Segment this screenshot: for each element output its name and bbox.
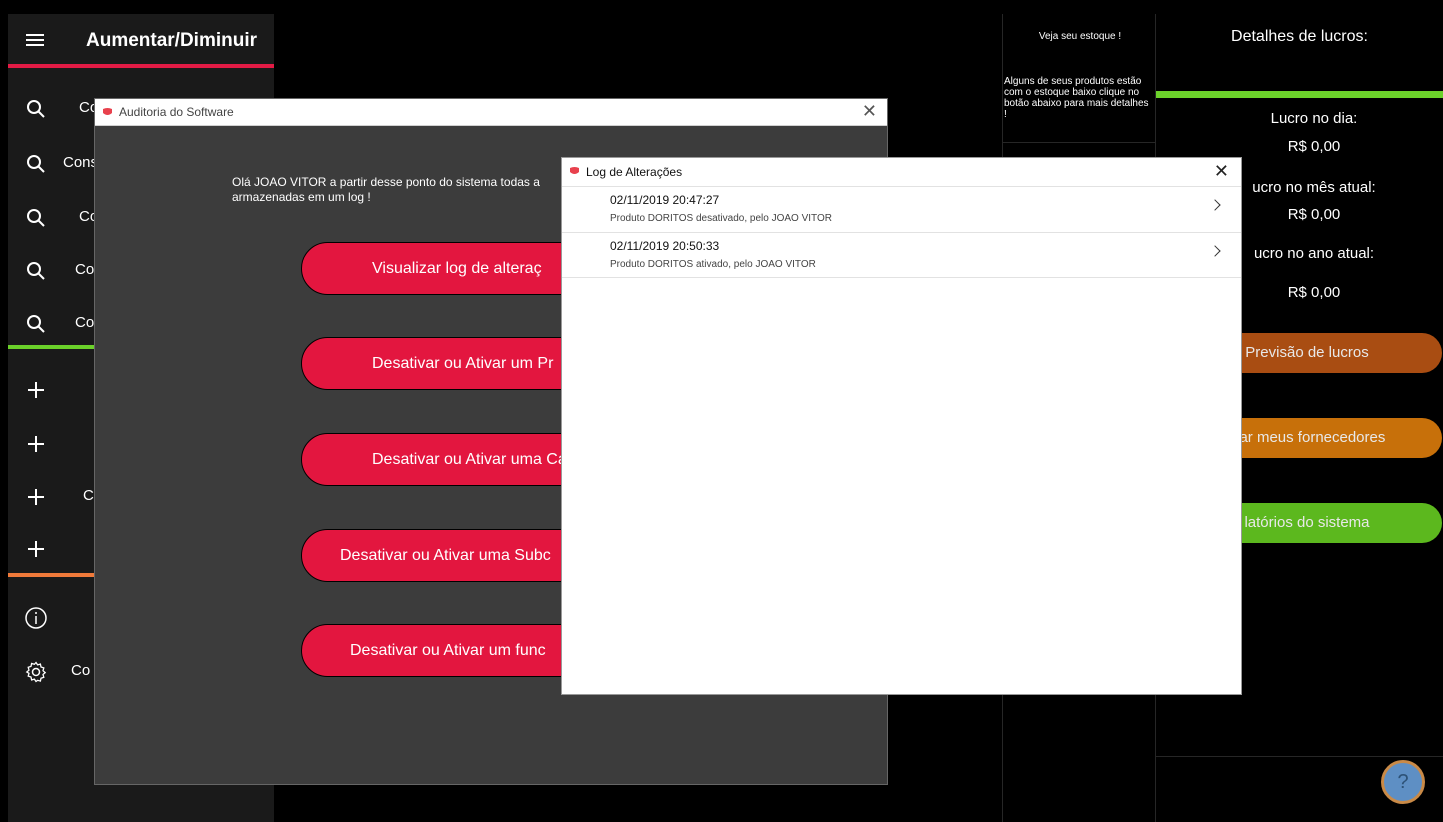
plus-icon [28, 489, 44, 505]
sidebar-item-label: Co [75, 314, 95, 331]
log-window-title: Log de Alterações [586, 165, 683, 179]
app-icon [103, 108, 112, 115]
toggle-product-button[interactable]: Desativar ou Ativar um Pr [301, 337, 601, 390]
plus-icon [28, 541, 44, 557]
sidebar-item-label: Cons [63, 154, 99, 171]
search-icon [27, 209, 45, 227]
sidebar-item-label: Co [75, 261, 95, 278]
help-icon: ? [1397, 771, 1409, 793]
audit-window-titlebar[interactable]: Auditoria do Software ✕ [95, 99, 887, 126]
profit-day-label: Lucro no dia: [1270, 110, 1358, 127]
plus-icon [28, 382, 44, 398]
sidebar-item-label: Co [71, 662, 91, 679]
sidebar-header: Aumentar/Diminuir [8, 14, 274, 68]
sidebar-item-label: C [83, 487, 94, 504]
log-entry-row[interactable]: 02/11/2019 20:50:33 Produto DORITOS ativ… [562, 232, 1241, 278]
stock-divider [1003, 142, 1157, 143]
chevron-right-icon [1209, 245, 1221, 257]
search-icon [27, 315, 45, 333]
profit-bottom-divider [1156, 756, 1443, 757]
toggle-subcategory-button[interactable]: Desativar ou Ativar uma Subc [301, 529, 601, 582]
close-icon[interactable]: ✕ [862, 101, 877, 122]
hamburger-menu-icon[interactable] [26, 34, 44, 46]
audit-intro-text: Olá JOAO VITOR a partir desse ponto do s… [232, 175, 540, 204]
search-icon [27, 100, 45, 118]
log-entry-date: 02/11/2019 20:50:33 [610, 239, 720, 253]
log-entry-row[interactable]: 02/11/2019 20:47:27 Produto DORITOS desa… [562, 186, 1241, 232]
profit-day-value: R$ 0,00 [1287, 138, 1341, 155]
search-icon [27, 262, 45, 280]
profit-title: Detalhes de lucros: [1231, 28, 1368, 45]
help-button[interactable]: ? [1381, 760, 1425, 804]
gear-icon [25, 661, 47, 683]
log-window: Log de Alterações ✕ 02/11/2019 20:47:27 … [561, 157, 1242, 695]
profit-divider [1156, 91, 1443, 98]
info-icon [25, 607, 47, 629]
sidebar-title: Aumentar/Diminuir [86, 30, 258, 51]
stock-title: Veja seu estoque ! [1038, 31, 1122, 42]
log-entry-description: Produto DORITOS desativado, pelo JOAO VI… [610, 213, 832, 224]
toggle-employee-button[interactable]: Desativar ou Ativar um func [301, 624, 601, 677]
stock-warning-text: Alguns de seus produtos estão com o esto… [1004, 76, 1149, 120]
chevron-right-icon [1209, 199, 1221, 211]
plus-icon [28, 436, 44, 452]
log-entry-date: 02/11/2019 20:47:27 [610, 193, 720, 207]
log-entry-description: Produto DORITOS ativado, pelo JOAO VITOR [610, 259, 816, 270]
log-window-titlebar[interactable]: Log de Alterações ✕ [562, 158, 1241, 187]
search-icon [27, 155, 45, 173]
view-log-button[interactable]: Visualizar log de alteraç [301, 242, 601, 295]
audit-window-title: Auditoria do Software [119, 105, 234, 119]
close-icon[interactable]: ✕ [1214, 161, 1229, 182]
toggle-category-button[interactable]: Desativar ou Ativar uma Ca [301, 433, 601, 486]
app-icon [570, 167, 579, 174]
